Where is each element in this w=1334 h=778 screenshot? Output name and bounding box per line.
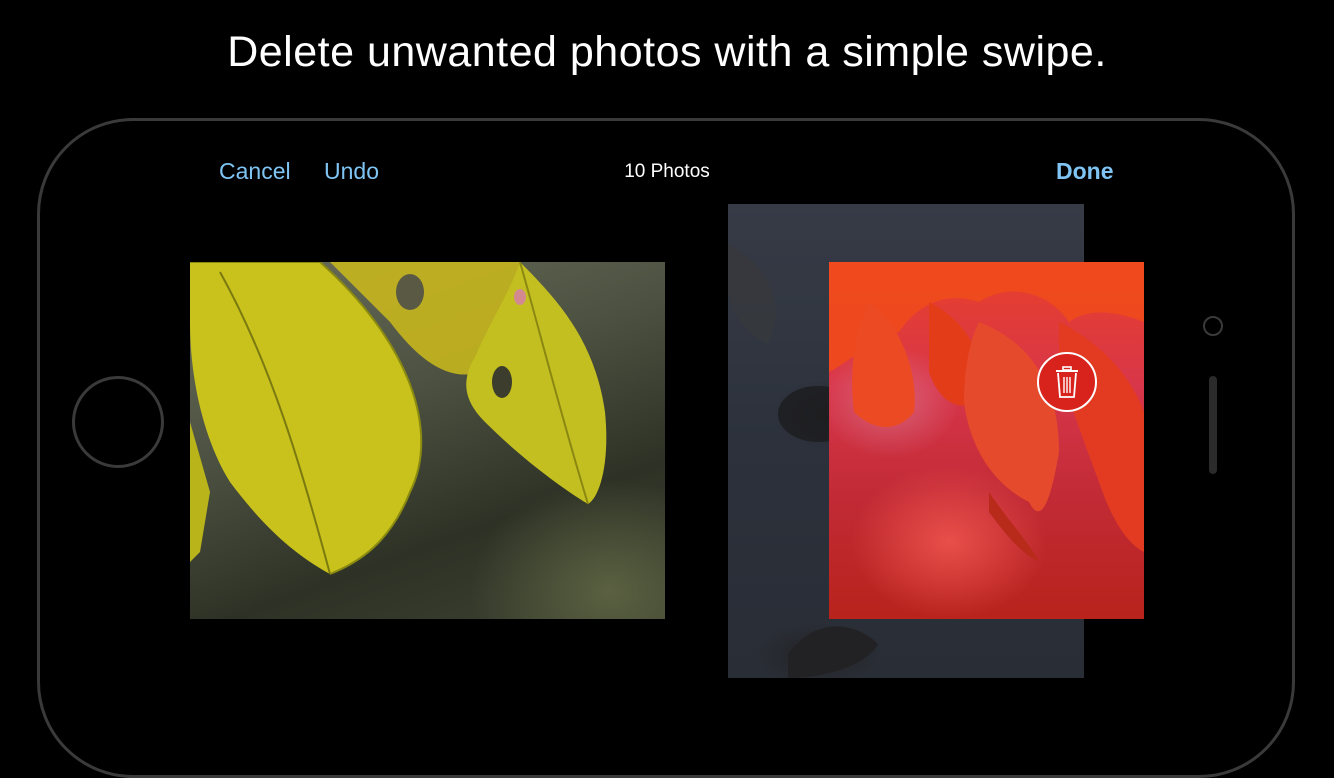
delete-button[interactable] [1037,352,1097,412]
trash-icon [1056,366,1078,398]
swiped-photo[interactable] [829,262,1144,619]
headline: Delete unwanted photos with a simple swi… [227,28,1107,76]
photo-count: 10 Photos [624,161,710,182]
home-button [72,376,164,468]
red-leaf-image [829,262,1144,562]
yellow-leaf-image [190,262,607,575]
front-camera [1203,316,1223,336]
done-button[interactable]: Done [1056,158,1114,185]
speaker-grille [1209,376,1217,474]
previous-photo[interactable] [190,262,665,619]
